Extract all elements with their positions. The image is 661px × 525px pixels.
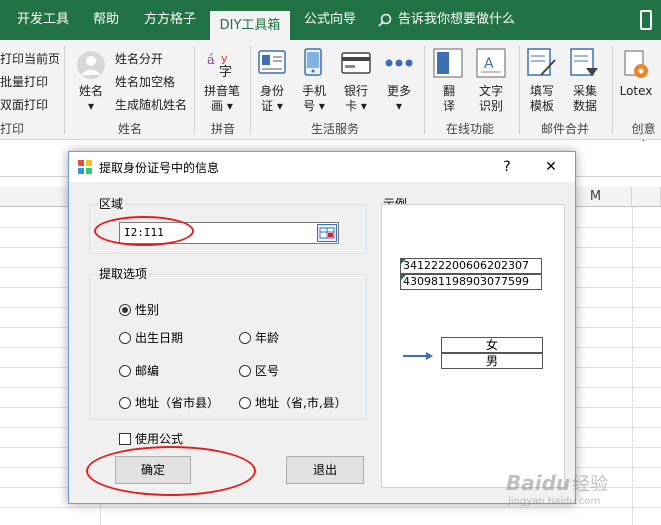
option-address-compact[interactable]: 地址（省市县） [119, 394, 219, 411]
tell-me-text: 告诉我你想要做什么 [398, 12, 516, 27]
svg-text:字: 字 [219, 65, 232, 80]
option-postcode[interactable]: 邮编 [119, 362, 159, 379]
example-result-cell: 男 [441, 353, 543, 369]
search-icon [378, 13, 392, 27]
highlight-ellipse-region [94, 216, 194, 246]
option-area-code[interactable]: 区号 [239, 362, 279, 379]
arrow-right-icon [403, 352, 433, 360]
lotex-button[interactable]: Lotex [616, 84, 656, 99]
idcard-button[interactable]: 身份证 ▾ [255, 84, 289, 114]
region-legend: 区域 [97, 195, 126, 212]
radio-selected-icon [119, 304, 131, 316]
tab-fangfang[interactable]: 方方格子 [134, 0, 206, 40]
range-picker-button[interactable] [317, 224, 337, 242]
duplex-print[interactable]: 双面打印 [0, 96, 48, 113]
radio-icon [239, 397, 251, 409]
ribbon-separator [194, 46, 195, 134]
name-button[interactable]: 姓名 ▾ [70, 84, 112, 114]
example-id-cell: 341222200606202307 [400, 258, 542, 274]
radio-icon [119, 365, 131, 377]
group-print-label: 打印 [0, 122, 25, 136]
tab-help[interactable]: 帮助 [80, 0, 132, 40]
bank-card-button[interactable]: 银行卡 ▾ [338, 84, 374, 114]
app-icon [78, 160, 92, 174]
checkbox-icon [119, 433, 131, 445]
window-icon[interactable] [640, 10, 652, 30]
translate-button[interactable]: 翻译 [436, 84, 462, 114]
dialog-titlebar[interactable]: 提取身份证号中的信息 ? ✕ [69, 152, 575, 182]
highlight-ellipse-confirm [86, 446, 256, 496]
batch-print[interactable]: 批量打印 [0, 73, 48, 90]
example-id-cell: 430981198903077599 [400, 274, 542, 290]
option-birthdate[interactable]: 出生日期 [119, 329, 183, 346]
radio-icon [239, 332, 251, 344]
tab-developer[interactable]: 开发工具 [8, 0, 78, 40]
help-button[interactable]: ? [487, 152, 527, 182]
group-online-label: 在线功能 [445, 122, 494, 136]
tab-formula-wizard[interactable]: 公式向导 [294, 0, 366, 40]
print-current-page[interactable]: 打印当前页 [0, 50, 60, 67]
use-formula-checkbox[interactable]: 使用公式 [119, 430, 183, 447]
pinyin-icon: á 字 y [207, 52, 232, 80]
column-header-n[interactable] [632, 187, 661, 207]
fill-template-icon [527, 48, 556, 76]
example-panel: 341222200606202307 430981198903077599 女 … [381, 204, 565, 488]
translate-icon [433, 48, 463, 78]
ribbon-tab-bar: 开发工具 帮助 方方格子 DIY工具箱 公式向导 告诉我你想要做什么 [0, 0, 661, 40]
lotex-gear-icon [624, 50, 648, 78]
name-split[interactable]: 姓名分开 [115, 50, 163, 67]
id-card-icon [258, 50, 286, 74]
range-picker-icon [319, 227, 335, 239]
radio-icon [119, 397, 131, 409]
bank-card-icon [341, 52, 371, 74]
ribbon-separator [424, 46, 425, 134]
svg-text:á: á [207, 53, 215, 68]
ribbon-separator [250, 46, 251, 134]
ribbon-separator [612, 46, 613, 134]
ribbon-separator [519, 46, 520, 134]
phone-icon [304, 48, 322, 76]
person-icon [77, 51, 105, 79]
collect-data-button[interactable]: 采集 数据 [566, 84, 604, 114]
group-pinyin-label: 拼音 [210, 122, 235, 136]
option-address-separated[interactable]: 地址（省,市,县） [239, 394, 347, 411]
name-add-space[interactable]: 姓名加空格 [115, 73, 175, 90]
group-name-label: 姓名 [117, 122, 142, 136]
svg-text:A: A [484, 56, 494, 72]
close-button[interactable]: ✕ [531, 152, 571, 182]
ocr-button[interactable]: 文字 识别 [472, 84, 510, 114]
option-gender[interactable]: 性别 [119, 301, 159, 318]
cell-marker-icon [401, 275, 406, 280]
cell-marker-icon [401, 259, 406, 264]
ocr-icon: A [476, 48, 506, 78]
fill-template-button[interactable]: 填写 模板 [523, 84, 561, 114]
more-button[interactable]: 更多 ▾ [380, 84, 418, 114]
ribbon-separator [64, 46, 65, 134]
ribbon-body: 打印当前页 批量打印 双面打印 打印 姓名 ▾ 姓名分开 姓名加空格 生成随机姓名… [0, 40, 661, 153]
exit-button[interactable]: 退出 [286, 456, 364, 484]
dialog-title: 提取身份证号中的信息 [99, 161, 220, 175]
group-mail-label: 邮件合并 [540, 122, 589, 136]
radio-icon [119, 332, 131, 344]
tell-me-search[interactable]: 告诉我你想要做什么 [378, 0, 515, 40]
collect-data-icon [570, 48, 598, 76]
svg-text:y: y [221, 52, 228, 65]
extract-options-legend: 提取选项 [97, 265, 150, 282]
example-result-cell: 女 [441, 337, 543, 353]
group-life-label: 生活服务 [310, 122, 359, 136]
phone-button[interactable]: 手机号 ▾ [297, 84, 331, 114]
option-age[interactable]: 年龄 [239, 329, 279, 346]
random-name[interactable]: 生成随机姓名 [115, 96, 187, 113]
tab-diy-toolbox[interactable]: DIY工具箱 [210, 11, 290, 40]
radio-icon [239, 365, 251, 377]
more-dots-icon [385, 59, 413, 67]
pinyin-button[interactable]: 拼音笔画 ▾ [199, 84, 245, 114]
baidu-watermark: Baidu 经验 jingyan.baidu.com [506, 471, 609, 507]
